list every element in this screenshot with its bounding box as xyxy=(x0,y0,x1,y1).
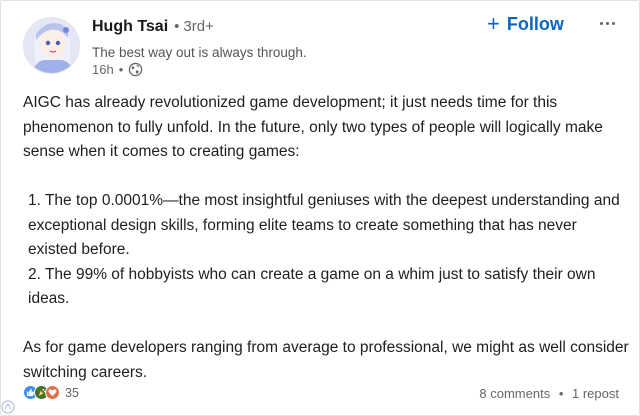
post-intro: AIGC has already revolutionized game dev… xyxy=(23,94,603,160)
plus-icon: + xyxy=(487,11,500,36)
author-name[interactable]: Hugh Tsai xyxy=(92,18,168,36)
author-row: Hugh Tsai • 3rd+ xyxy=(92,18,214,36)
time-separator: • xyxy=(118,62,124,77)
reposts-count[interactable]: 1 repost xyxy=(572,386,619,401)
follow-button[interactable]: + Follow xyxy=(487,13,564,35)
post-list-item: 2. The 99% of hobbyists who can create a… xyxy=(28,265,596,308)
degree-separator: • xyxy=(174,18,180,35)
watermark xyxy=(1,397,93,416)
comments-count[interactable]: 8 comments xyxy=(479,386,550,401)
avatar-illustration xyxy=(24,18,79,73)
post-outro: As for game developers ranging from aver… xyxy=(23,339,629,381)
post-meta: 16h • xyxy=(92,62,143,77)
engagement-stats: 8 comments • 1 repost xyxy=(479,386,619,401)
post-time: 16h xyxy=(92,62,114,77)
stats-separator: • xyxy=(558,386,564,401)
post-list-item: 1. The top 0.0001%—the most insightful g… xyxy=(28,192,620,258)
connection-degree: 3rd+ xyxy=(183,18,214,35)
more-icon[interactable] xyxy=(597,13,617,33)
author-avatar[interactable] xyxy=(23,17,80,74)
watermark-logo-icon xyxy=(1,400,15,414)
post-card: Hugh Tsai • 3rd+ The best way out is alw… xyxy=(0,0,640,416)
follow-label: Follow xyxy=(506,13,564,34)
globe-icon xyxy=(128,62,143,77)
post-text: AIGC has already revolutionized game dev… xyxy=(23,91,629,385)
author-headline: The best way out is always through. xyxy=(92,45,307,60)
